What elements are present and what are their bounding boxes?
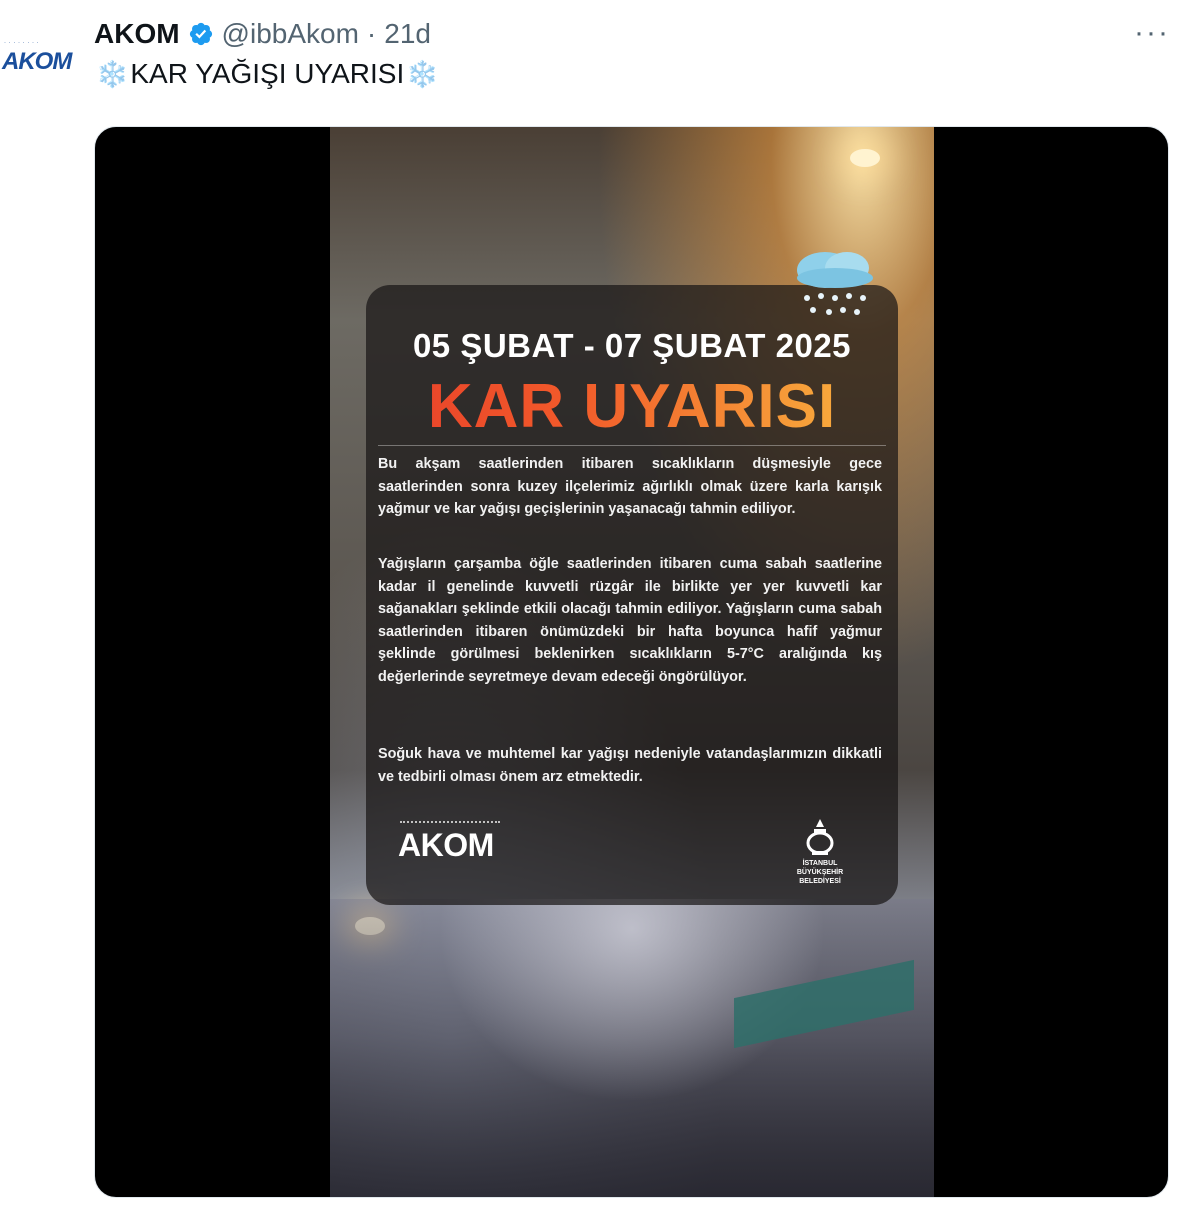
poster-image: 05 ŞUBAT - 07 ŞUBAT 2025 KAR UYARISI Bu … <box>330 127 934 1197</box>
akom-logo: AKOM <box>398 827 494 863</box>
ibb-logo-text: İSTANBUL BÜYÜKŞEHİR BELEDİYESİ <box>796 860 844 885</box>
avatar[interactable]: · · · · · · · · AKOM <box>0 22 80 102</box>
poster-title: KAR UYARISI <box>330 371 934 442</box>
poster-date-range: 05 ŞUBAT - 07 ŞUBAT 2025 <box>412 327 852 364</box>
tweet-text: ❄️ KAR YAĞIŞI UYARISI ❄️ <box>96 58 439 90</box>
tweet-header: AKOM @ibbAkom · 21d <box>94 14 431 54</box>
poster-paragraph-1: Bu akşam saatlerinden itibaren sıcaklıkl… <box>378 456 882 517</box>
ibb-logo: İSTANBUL BÜYÜKŞEHİR BELEDİYESİ <box>785 817 855 887</box>
ibb-emblem-icon <box>806 819 834 855</box>
author-name[interactable]: AKOM <box>94 18 180 50</box>
poster-paragraph-3: Soğuk hava ve muhtemel kar yağışı nedeni… <box>378 746 882 785</box>
separator-dot: · <box>366 18 377 49</box>
poster-paragraph-2: Yağışların çarşamba öğle saatlerinden it… <box>378 556 882 685</box>
akom-logo-subtitle <box>400 821 500 824</box>
snowflake-icon: ❄️ <box>406 58 439 89</box>
verified-badge-icon <box>189 22 212 46</box>
author-handle[interactable]: @ibbAkom <box>222 18 359 50</box>
tweet-body: KAR YAĞIŞI UYARISI <box>130 58 405 89</box>
avatar-small-text: · · · · · · · · <box>4 40 40 46</box>
tweet-timestamp[interactable]: 21d <box>384 18 431 50</box>
snowflake-icon: ❄️ <box>96 58 129 89</box>
street-lamp <box>850 149 880 167</box>
poster-divider <box>378 445 886 446</box>
snow-cloud-icon <box>797 252 873 315</box>
avatar-logo-text: AKOM <box>2 48 72 75</box>
more-icon[interactable]: ··· <box>1134 18 1170 48</box>
tweet-media[interactable]: 05 ŞUBAT - 07 ŞUBAT 2025 KAR UYARISI Bu … <box>94 126 1169 1198</box>
street-scene <box>330 899 934 1197</box>
